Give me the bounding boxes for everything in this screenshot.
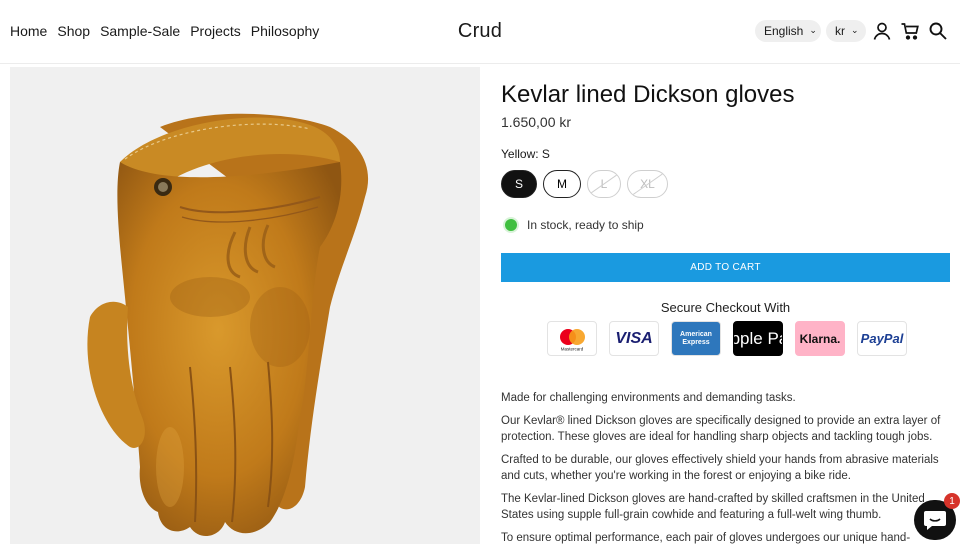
chevron-down-icon: ⌄ xyxy=(809,24,817,35)
description-paragraph: The Kevlar-lined Dickson gloves are hand… xyxy=(501,493,925,521)
product-price: 1.650,00 kr xyxy=(501,114,572,130)
variant-label: Yellow: S xyxy=(501,147,550,161)
chat-bubble-icon xyxy=(924,511,946,530)
size-option-l[interactable]: L xyxy=(587,170,621,198)
product-title: Kevlar lined Dickson gloves xyxy=(501,81,795,108)
product-image[interactable] xyxy=(10,67,480,544)
nav-home[interactable]: Home xyxy=(10,22,47,40)
main-nav: Home Shop Sample-Sale Projects Philosoph… xyxy=(10,22,319,40)
site-header: Home Shop Sample-Sale Projects Philosoph… xyxy=(0,0,960,64)
site-logo[interactable]: Crud xyxy=(458,20,502,42)
language-label: English xyxy=(764,24,804,38)
currency-selector[interactable]: kr ⌄ xyxy=(826,20,866,42)
description-paragraph: Our Kevlar® lined Dickson gloves are spe… xyxy=(501,415,941,443)
chevron-down-icon: ⌄ xyxy=(851,24,859,35)
apple-pay-label: Apple Pay xyxy=(734,328,782,348)
currency-label: kr xyxy=(835,24,845,38)
secure-checkout-label: Secure Checkout With xyxy=(660,300,791,315)
amex-label: American Express xyxy=(680,330,712,346)
amex-icon: American Express xyxy=(671,321,721,356)
in-stock-dot-icon xyxy=(505,219,517,231)
stock-status: In stock, ready to ship xyxy=(505,218,644,232)
size-option-m[interactable]: M xyxy=(543,170,581,198)
description-paragraph: Crafted to be durable, our gloves effect… xyxy=(501,454,939,482)
product-description: Made for challenging environments and de… xyxy=(501,390,951,544)
payment-methods: Mastercard VISA American Express Apple P… xyxy=(547,321,907,356)
paypal-icon: PayPal xyxy=(857,321,907,356)
visa-label: VISA xyxy=(615,329,653,347)
glove-illustration xyxy=(87,113,369,537)
description-paragraph: Made for challenging environments and de… xyxy=(501,392,796,404)
size-option-xl[interactable]: XL xyxy=(627,170,668,198)
stock-text: In stock, ready to ship xyxy=(527,218,644,232)
nav-philosophy[interactable]: Philosophy xyxy=(251,22,320,40)
mastercard-label: Mastercard xyxy=(561,346,584,351)
size-selector: S M L XL xyxy=(501,170,668,198)
description-paragraph: To ensure optimal performance, each pair… xyxy=(501,532,911,544)
visa-icon: VISA xyxy=(609,321,659,356)
apple-pay-icon: Apple Pay xyxy=(733,321,783,356)
account-icon[interactable] xyxy=(872,21,892,41)
nav-projects[interactable]: Projects xyxy=(190,22,241,40)
cart-icon[interactable] xyxy=(900,21,920,41)
nav-sample-sale[interactable]: Sample-Sale xyxy=(100,22,180,40)
size-option-s[interactable]: S xyxy=(501,170,537,198)
paypal-label: PayPal xyxy=(860,331,904,346)
add-to-cart-button[interactable]: ADD TO CART xyxy=(501,253,950,282)
klarna-label: Klarna. xyxy=(799,331,841,346)
chat-notification-badge: 1 xyxy=(944,493,960,509)
search-icon[interactable] xyxy=(928,21,948,41)
klarna-icon: Klarna. xyxy=(795,321,845,356)
mastercard-icon: Mastercard xyxy=(547,321,597,356)
language-selector[interactable]: English ⌄ xyxy=(755,20,821,42)
nav-shop[interactable]: Shop xyxy=(57,22,90,40)
